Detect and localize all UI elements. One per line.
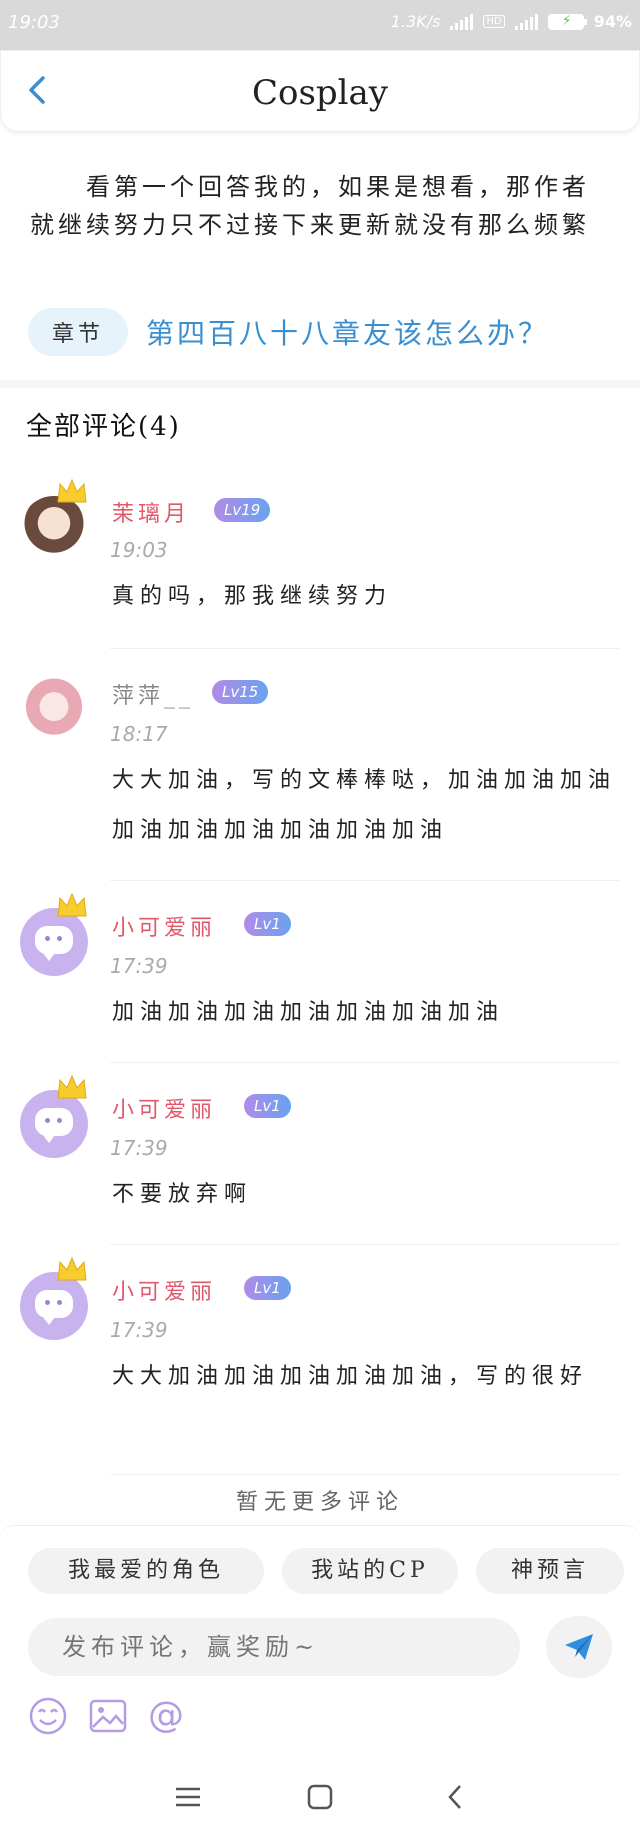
topic-chip-prophecy[interactable]: 神预言 bbox=[476, 1548, 624, 1594]
comment-item: 萍萍__ Lv15 18:17 大大加油，写的文棒棒哒，加油加油加油加油加油加油… bbox=[0, 652, 640, 882]
level-badge: Lv19 bbox=[214, 498, 271, 522]
no-more-comments: 暂无更多评论 bbox=[235, 1490, 404, 1515]
battery-icon: ⚡ bbox=[547, 13, 587, 30]
comment-time: 17:39 bbox=[110, 1318, 168, 1342]
comment-time: 17:39 bbox=[110, 1136, 168, 1160]
emoji-icon[interactable] bbox=[28, 1696, 68, 1736]
comments-title: 全部评论(4) bbox=[26, 412, 181, 442]
comment-item: 小可爱丽 Lv1 17:39 大大加油加油加油加油加油，写的很好 bbox=[0, 1248, 640, 1478]
avatar[interactable] bbox=[20, 496, 88, 564]
crown-icon bbox=[57, 1074, 87, 1099]
comment-item: 小可爱丽 Lv1 17:39 不要放弃啊 bbox=[0, 1066, 640, 1246]
section-divider bbox=[0, 380, 640, 388]
chapter-tag: 章节 bbox=[28, 308, 129, 356]
chapter-link[interactable]: 第四百八十八章友该怎么办？ bbox=[146, 312, 549, 352]
comment-time: 17:39 bbox=[110, 954, 168, 978]
signal-icon-2 bbox=[514, 13, 538, 30]
status-icons: 1.3K/s HD ⚡ 94% bbox=[391, 12, 632, 31]
avatar[interactable] bbox=[20, 676, 88, 744]
comment-time: 18:17 bbox=[110, 722, 168, 746]
svg-text:@: @ bbox=[148, 1696, 184, 1736]
comment-text: 大大加油，写的文棒棒哒，加油加油加油加油加油加油加油加油加油 bbox=[112, 768, 617, 843]
page-title: Cosplay bbox=[251, 73, 389, 113]
comment-time: 19:03 bbox=[110, 538, 168, 562]
crown-icon bbox=[57, 478, 87, 503]
comment-input[interactable] bbox=[28, 1618, 520, 1676]
crown-icon bbox=[57, 1256, 87, 1281]
image-icon[interactable] bbox=[88, 1696, 128, 1736]
comment-text: 真的吗，那我继续努力 bbox=[112, 584, 393, 609]
comment-username[interactable]: 萍萍__ bbox=[112, 678, 194, 710]
comment-item: 小可爱丽 Lv1 17:39 加油加油加油加油加油加油加油 bbox=[0, 884, 640, 1064]
comment-text: 大大加油加油加油加油加油，写的很好 bbox=[112, 1364, 589, 1389]
crown-icon bbox=[57, 892, 87, 917]
send-button[interactable] bbox=[546, 1616, 612, 1678]
comment-username[interactable]: 茉璃月 bbox=[112, 496, 190, 528]
at-icon[interactable]: @ bbox=[146, 1696, 186, 1736]
post-text: 看第一个回答我的，如果是想看，那作者就继续努力只不过接下来更新就没有那么频繁 bbox=[30, 173, 590, 239]
avatar[interactable] bbox=[20, 908, 88, 976]
comment-username[interactable]: 小可爱丽 bbox=[112, 1274, 216, 1306]
comment-item: 茉璃月 Lv19 19:03 真的吗，那我继续努力 bbox=[0, 470, 640, 650]
top-header: Cosplay bbox=[0, 50, 640, 132]
signal-icon bbox=[450, 13, 474, 30]
avatar[interactable] bbox=[20, 1090, 88, 1158]
level-badge: Lv1 bbox=[244, 912, 291, 936]
send-icon bbox=[565, 1634, 593, 1660]
level-badge: Lv1 bbox=[244, 1276, 291, 1300]
level-badge: Lv1 bbox=[244, 1094, 291, 1118]
menu-icon[interactable] bbox=[172, 1781, 204, 1813]
comment-username[interactable]: 小可爱丽 bbox=[112, 1092, 216, 1124]
comment-composer: 我最爱的角色 我站的CP 神预言 @ bbox=[0, 1525, 640, 1755]
hd-icon: HD bbox=[483, 15, 505, 28]
comment-divider bbox=[110, 880, 620, 881]
level-badge: Lv15 bbox=[212, 680, 269, 704]
avatar[interactable] bbox=[20, 1272, 88, 1340]
comment-text: 加油加油加油加油加油加油加油 bbox=[112, 1000, 505, 1025]
comment-divider bbox=[110, 1474, 620, 1475]
status-time: 19:03 bbox=[8, 12, 60, 33]
topic-chip-cp[interactable]: 我站的CP bbox=[282, 1548, 458, 1594]
comment-divider bbox=[110, 648, 620, 649]
comment-divider bbox=[110, 1062, 620, 1063]
battery-percent: 94% bbox=[593, 12, 632, 31]
comment-text: 不要放弃啊 bbox=[112, 1182, 253, 1207]
system-nav-bar bbox=[0, 1755, 640, 1839]
comment-divider bbox=[110, 1244, 620, 1245]
net-speed: 1.3K/s bbox=[390, 12, 441, 31]
comment-username[interactable]: 小可爱丽 bbox=[112, 910, 216, 942]
topic-chip-favorite-character[interactable]: 我最爱的角色 bbox=[28, 1548, 264, 1594]
chapter-row: 章节 第四百八十八章友该怎么办？ bbox=[28, 308, 549, 356]
nav-back-icon[interactable] bbox=[440, 1781, 472, 1813]
home-icon[interactable] bbox=[304, 1781, 336, 1813]
status-bar: 19:03 1.3K/s HD ⚡ 94% bbox=[0, 0, 640, 50]
